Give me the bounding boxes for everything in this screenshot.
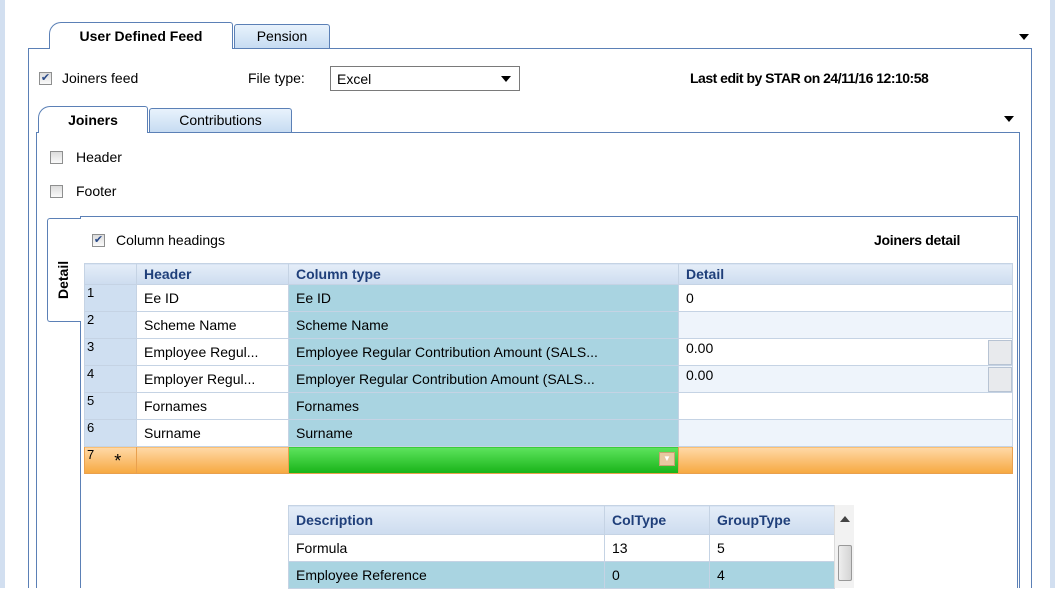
- column-type-cell[interactable]: Surname: [288, 419, 679, 447]
- column-type-cell[interactable]: Ee ID: [288, 284, 679, 312]
- new-row[interactable]: 7 * ▼: [84, 446, 1013, 474]
- row-number[interactable]: 1: [84, 284, 137, 312]
- dropdown-header-row: Description ColType GroupType: [288, 505, 835, 535]
- column-type-editor[interactable]: ▼: [288, 446, 679, 474]
- table-row[interactable]: 4 Employer Regul... Employer Regular Con…: [84, 365, 1013, 393]
- tab-label: Contributions: [179, 112, 262, 128]
- header-checkbox[interactable]: [50, 151, 63, 164]
- scrollbar-thumb[interactable]: [838, 545, 852, 581]
- cell-edit-button[interactable]: [988, 339, 1012, 365]
- coltype-cell[interactable]: 13: [604, 534, 710, 562]
- dropdown-scrollbar[interactable]: [834, 505, 854, 588]
- tab-label: Pension: [256, 28, 308, 44]
- header-cell[interactable]: Scheme Name: [136, 311, 289, 339]
- column-header-description[interactable]: Description: [288, 505, 605, 535]
- header-cell[interactable]: Employer Regul...: [136, 365, 289, 393]
- new-row-asterisk-icon: *: [114, 451, 122, 471]
- table-row[interactable]: 3 Employee Regul... Employee Regular Con…: [84, 338, 1013, 366]
- column-headings-checkbox[interactable]: ✔: [92, 234, 105, 247]
- header-cell[interactable]: [136, 446, 289, 474]
- chevron-down-icon: [501, 76, 511, 82]
- row-number[interactable]: 7 *: [84, 446, 137, 474]
- tab-detail-label: Detail: [55, 260, 71, 299]
- column-headings-label: Column headings: [116, 232, 225, 248]
- header-cell[interactable]: Fornames: [136, 392, 289, 420]
- detail-cell[interactable]: [678, 311, 1013, 339]
- description-cell[interactable]: Employee Reference: [288, 561, 605, 589]
- detail-value: 0.00: [686, 366, 714, 383]
- file-type-label: File type:: [248, 70, 305, 86]
- header-cell[interactable]: Surname: [136, 419, 289, 447]
- column-type-dropdown-list: Description ColType GroupType Formula 13…: [288, 505, 835, 589]
- row-number[interactable]: 3: [84, 338, 137, 366]
- detail-value: 0.00: [686, 339, 714, 356]
- tab-contributions[interactable]: Contributions: [149, 108, 292, 132]
- column-header-detail[interactable]: Detail: [678, 263, 1013, 285]
- left-window-border: [0, 0, 5, 588]
- tab-label: Joiners: [68, 112, 118, 128]
- row-number[interactable]: 5: [84, 392, 137, 420]
- list-item[interactable]: Employee Reference 0 4: [288, 561, 835, 589]
- file-type-value: Excel: [337, 71, 372, 87]
- column-type-cell[interactable]: Fornames: [288, 392, 679, 420]
- header-cell[interactable]: Ee ID: [136, 284, 289, 312]
- grouptype-cell[interactable]: 4: [709, 561, 835, 589]
- column-header-header[interactable]: Header: [136, 263, 289, 285]
- row-number[interactable]: 2: [84, 311, 137, 339]
- file-type-select[interactable]: Excel: [330, 66, 520, 91]
- joiners-detail-title: Joiners detail: [874, 232, 961, 248]
- grid-header-row: Header Column type Detail: [84, 263, 1013, 285]
- column-type-cell[interactable]: Employer Regular Contribution Amount (SA…: [288, 365, 679, 393]
- coltype-cell[interactable]: 0: [604, 561, 710, 589]
- tab-detail[interactable]: Detail: [47, 218, 81, 322]
- subtab-menu-chevron-down-icon[interactable]: [1004, 116, 1014, 122]
- detail-cell[interactable]: 0.00: [678, 338, 1013, 366]
- footer-label: Footer: [76, 183, 117, 199]
- table-row[interactable]: 5 Fornames Fornames: [84, 392, 1013, 420]
- detail-cell[interactable]: [678, 392, 1013, 420]
- cell-edit-button[interactable]: [988, 366, 1012, 392]
- detail-cell[interactable]: 0: [678, 284, 1013, 312]
- tab-joiners[interactable]: Joiners: [38, 106, 148, 133]
- tab-menu-chevron-down-icon[interactable]: [1019, 34, 1029, 40]
- detail-cell[interactable]: 0.00: [678, 365, 1013, 393]
- column-header-coltype[interactable]: ColType: [604, 505, 710, 535]
- joiners-detail-grid: Header Column type Detail 1 Ee ID Ee ID …: [84, 263, 1013, 474]
- row-number-header: [84, 263, 137, 285]
- last-edit-text: Last edit by STAR on 24/11/16 12:10:58: [690, 70, 929, 86]
- header-cell[interactable]: Employee Regul...: [136, 338, 289, 366]
- tab-label: User Defined Feed: [79, 28, 203, 44]
- right-window-border: [1050, 0, 1055, 588]
- row-number[interactable]: 6: [84, 419, 137, 447]
- column-header-column-type[interactable]: Column type: [288, 263, 679, 285]
- footer-checkbox[interactable]: [50, 185, 63, 198]
- column-header-grouptype[interactable]: GroupType: [709, 505, 835, 535]
- joiners-feed-label: Joiners feed: [62, 70, 139, 86]
- table-row[interactable]: 2 Scheme Name Scheme Name: [84, 311, 1013, 339]
- column-type-cell[interactable]: Scheme Name: [288, 311, 679, 339]
- row-number[interactable]: 4: [84, 365, 137, 393]
- table-row[interactable]: 1 Ee ID Ee ID 0: [84, 284, 1013, 312]
- header-label: Header: [76, 149, 122, 165]
- list-item[interactable]: Formula 13 5: [288, 534, 835, 562]
- table-row[interactable]: 6 Surname Surname: [84, 419, 1013, 447]
- column-type-cell[interactable]: Employee Regular Contribution Amount (SA…: [288, 338, 679, 366]
- tab-user-defined-feed[interactable]: User Defined Feed: [49, 22, 233, 49]
- scroll-up-icon[interactable]: [840, 516, 850, 522]
- detail-cell[interactable]: [678, 419, 1013, 447]
- joiners-feed-checkbox[interactable]: ✔: [39, 72, 52, 85]
- description-cell[interactable]: Formula: [288, 534, 605, 562]
- chevron-down-icon[interactable]: ▼: [659, 452, 675, 466]
- row-number-value: 7: [87, 447, 95, 463]
- tab-pension[interactable]: Pension: [234, 24, 330, 48]
- grouptype-cell[interactable]: 5: [709, 534, 835, 562]
- detail-cell[interactable]: [678, 446, 1013, 474]
